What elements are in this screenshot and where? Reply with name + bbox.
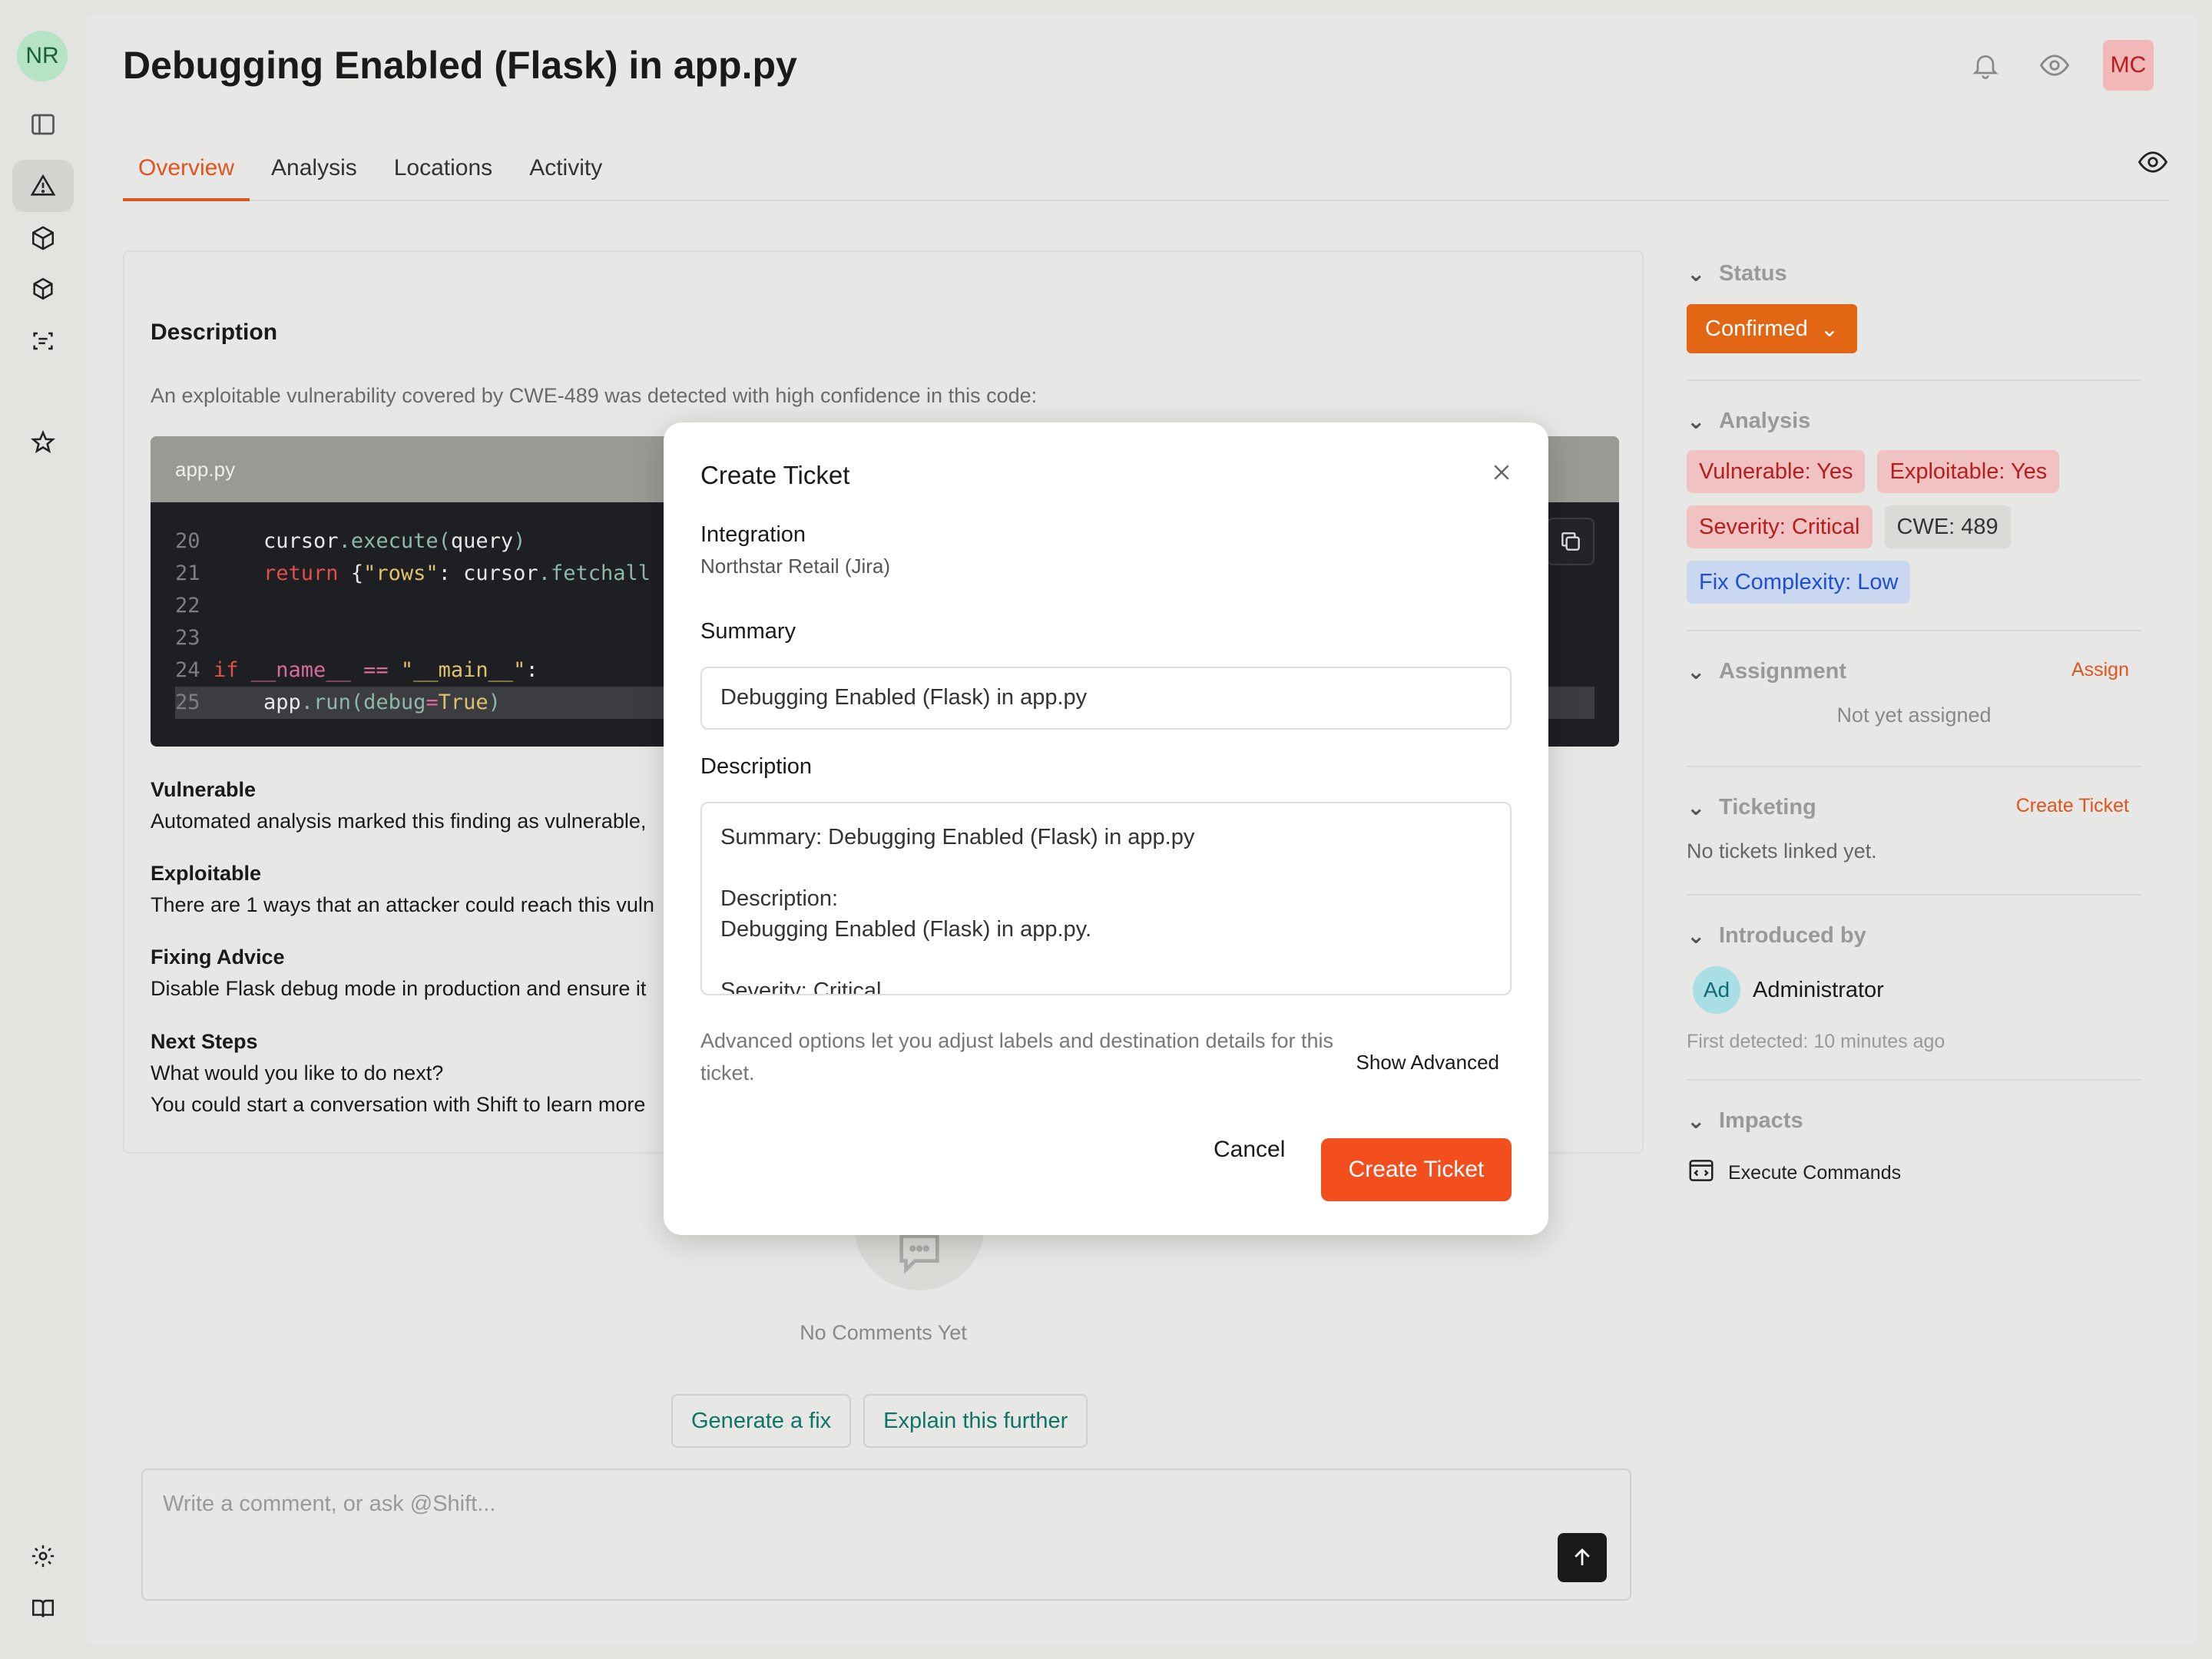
introduced-section: ⌄ Introduced by Ad Administrator First de…: [1687, 896, 2141, 1081]
details-sidebar: ⌄ Status Confirmed ⌄ ⌄ Analysis Vulnerable:…: [1687, 250, 2141, 1203]
next-steps-heading: Next Steps: [151, 1030, 258, 1053]
introduced-header[interactable]: ⌄ Introduced by: [1687, 912, 2141, 959]
analysis-section: ⌄ Analysis Vulnerable: Yes Exploitable: Y…: [1687, 381, 2141, 631]
copy-code-icon[interactable]: [1547, 518, 1594, 565]
tab-overview[interactable]: Overview: [123, 138, 250, 201]
chevron-down-icon: ⌄: [1687, 1108, 1706, 1134]
left-rail: NR: [0, 0, 86, 1659]
vulnerable-text: Automated analysis marked this finding a…: [151, 810, 647, 833]
sidebar-toggle-icon[interactable]: [12, 98, 74, 151]
impacts-section: ⌄ Impacts Execute Commands: [1687, 1081, 2141, 1203]
next-steps-section: Next Steps What would you like to do nex…: [151, 1026, 645, 1121]
chevron-down-icon: ⌄: [1687, 659, 1706, 684]
tab-bar: Overview Analysis Locations Activity: [123, 138, 2169, 201]
send-arrow-icon[interactable]: [1558, 1533, 1607, 1582]
tab-locations[interactable]: Locations: [379, 138, 508, 201]
fix-complexity-badge: Fix Complexity: Low: [1687, 561, 1911, 604]
impact-item: Execute Commands: [1687, 1144, 2141, 1203]
create-ticket-link[interactable]: Create Ticket: [2016, 795, 2129, 817]
status-section: ⌄ Status Confirmed ⌄: [1687, 250, 2141, 381]
comment-input[interactable]: Write a comment, or ask @Shift...: [141, 1469, 1631, 1601]
next-steps-line: You could start a conversation with Shif…: [151, 1093, 646, 1116]
introduced-user: Ad Administrator: [1687, 959, 2141, 1014]
watch-eye-icon[interactable]: [2034, 45, 2075, 86]
exploitable-section: Exploitable There are 1 ways that an att…: [151, 858, 654, 921]
tab-activity[interactable]: Activity: [514, 138, 618, 201]
explain-further-button[interactable]: Explain this further: [863, 1394, 1088, 1448]
fixing-advice-heading: Fixing Advice: [151, 945, 285, 969]
integration-label: Integration: [700, 522, 806, 547]
description-text: An exploitable vulnerability covered by …: [151, 384, 1038, 407]
workspace-avatar[interactable]: NR: [17, 31, 68, 81]
integration-value: Northstar Retail (Jira): [700, 555, 891, 578]
vulnerable-badge: Vulnerable: Yes: [1687, 450, 1866, 493]
no-comments-text: No Comments Yet: [800, 1321, 967, 1344]
avatar: Ad: [1693, 966, 1740, 1014]
components-icon[interactable]: [12, 212, 74, 264]
chevron-down-icon: ⌄: [1687, 261, 1706, 286]
analysis-header[interactable]: ⌄ Analysis: [1687, 398, 2141, 444]
settings-gear-icon[interactable]: [12, 1530, 74, 1582]
status-dropdown[interactable]: Confirmed ⌄: [1687, 304, 1858, 353]
introduced-name: Administrator: [1753, 977, 1884, 1002]
package-icon[interactable]: [12, 263, 74, 315]
chevron-down-icon: ⌄: [1687, 409, 1706, 434]
top-toolbar: MC: [1965, 40, 2154, 91]
vulnerable-section: Vulnerable Automated analysis marked thi…: [151, 774, 646, 837]
findings-icon[interactable]: [12, 160, 74, 212]
cwe-badge: CWE: 489: [1884, 505, 2011, 548]
summary-input[interactable]: Debugging Enabled (Flask) in app.py: [700, 667, 1512, 730]
exploitable-badge: Exploitable: Yes: [1877, 450, 2060, 493]
ticketing-section: ⌄ Ticketing Create Ticket No tickets link…: [1687, 767, 2141, 896]
impact-label: Execute Commands: [1728, 1162, 1902, 1184]
notifications-bell-icon[interactable]: [1965, 45, 2006, 86]
description-label: Description: [700, 754, 813, 779]
exploitable-text: There are 1 ways that an attacker could …: [151, 893, 654, 916]
favorites-star-icon[interactable]: [12, 416, 74, 469]
create-ticket-button[interactable]: Create Ticket: [1321, 1138, 1512, 1201]
cancel-button[interactable]: Cancel: [1214, 1137, 1285, 1163]
assignment-section: ⌄ Assignment Assign Not yet assigned: [1687, 631, 2141, 767]
tab-analysis[interactable]: Analysis: [256, 138, 373, 201]
show-advanced-button[interactable]: Show Advanced: [1356, 1051, 1499, 1075]
chevron-down-icon: ⌄: [1687, 923, 1706, 949]
vulnerable-heading: Vulnerable: [151, 778, 257, 801]
app-window: NR Debugging Enabled (Flask) in app.py M…: [0, 0, 2212, 1659]
chevron-down-icon: ⌄: [1687, 795, 1706, 820]
analysis-badges: Vulnerable: Yes Exploitable: Yes Severit…: [1687, 444, 2117, 630]
scan-icon[interactable]: [12, 315, 74, 367]
severity-badge: Severity: Critical: [1687, 505, 1873, 548]
summary-label: Summary: [700, 619, 796, 644]
generate-fix-button[interactable]: Generate a fix: [671, 1394, 852, 1448]
user-avatar[interactable]: MC: [2103, 40, 2154, 91]
page-title: Debugging Enabled (Flask) in app.py: [123, 44, 797, 87]
status-header[interactable]: ⌄ Status: [1687, 250, 2141, 296]
ticketing-empty: No tickets linked yet.: [1687, 839, 1877, 863]
description-textarea[interactable]: Summary: Debugging Enabled (Flask) in ap…: [700, 802, 1512, 995]
create-ticket-modal: Create Ticket Integration Northstar Reta…: [664, 422, 1548, 1235]
chevron-down-icon: ⌄: [1820, 316, 1839, 342]
description-heading: Description: [151, 320, 278, 345]
advanced-options-text: Advanced options let you adjust labels a…: [700, 1029, 1334, 1084]
comments-empty-state: No Comments Yet: [123, 1214, 1644, 1367]
fixing-advice-section: Fixing Advice Disable Flask debug mode i…: [151, 942, 646, 1005]
docs-book-icon[interactable]: [12, 1582, 74, 1634]
visibility-eye-icon[interactable]: [2137, 146, 2169, 184]
close-icon[interactable]: [1490, 461, 1513, 490]
assignment-empty: Not yet assigned: [1836, 704, 1992, 727]
exploitable-heading: Exploitable: [151, 862, 262, 885]
comment-placeholder: Write a comment, or ask @Shift...: [163, 1492, 496, 1516]
assign-link[interactable]: Assign: [2071, 659, 2129, 681]
modal-title: Create Ticket: [700, 461, 850, 489]
first-detected: First detected: 10 minutes ago: [1687, 1031, 1945, 1052]
impacts-header[interactable]: ⌄ Impacts: [1687, 1098, 2141, 1144]
suggested-actions: Generate a fix Explain this further: [671, 1394, 1088, 1448]
fixing-advice-text: Disable Flask debug mode in production a…: [151, 977, 647, 1000]
terminal-icon: [1687, 1156, 1716, 1190]
next-steps-line: What would you like to do next?: [151, 1061, 444, 1084]
